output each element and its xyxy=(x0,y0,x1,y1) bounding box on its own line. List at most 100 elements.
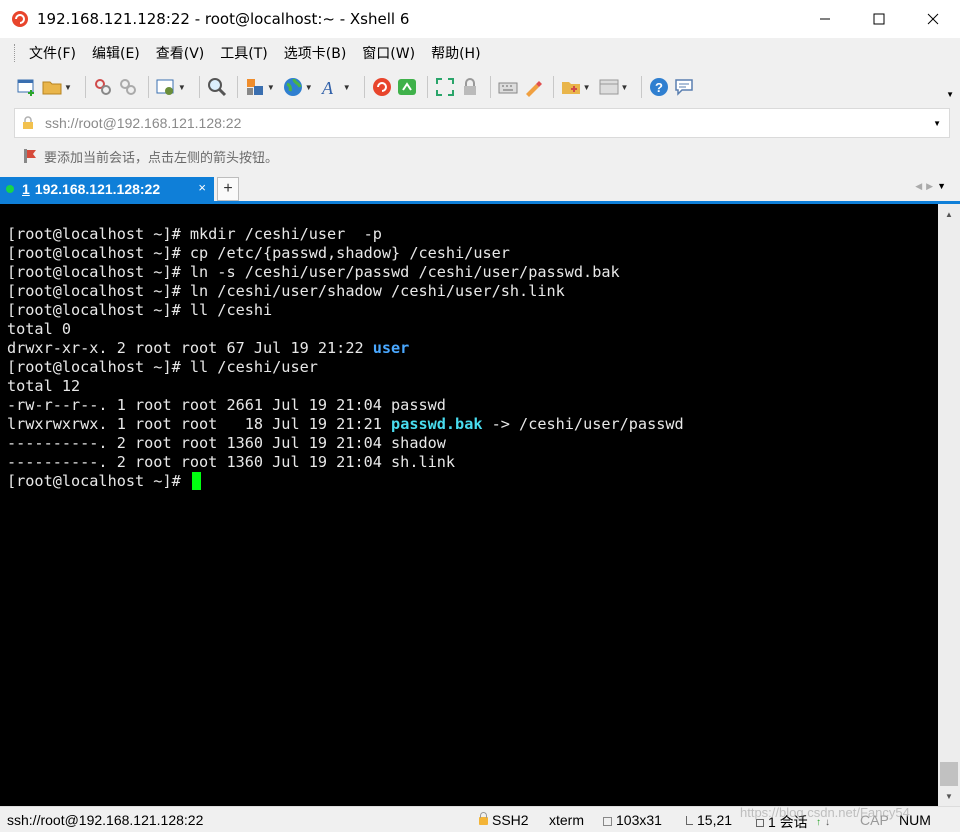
bookmark-arrow-icon[interactable] xyxy=(22,148,38,164)
maximize-icon xyxy=(873,13,885,25)
menu-edit[interactable]: 编辑(E) xyxy=(84,43,148,63)
font-icon: A xyxy=(321,78,334,98)
address-bar: ssh://root@192.168.121.128:22 ▼ xyxy=(0,106,960,140)
terminal-text: total 0 xyxy=(7,320,72,338)
scroll-up-icon[interactable]: ▲ xyxy=(938,204,960,224)
terminal-text: user xyxy=(372,339,410,357)
tab-close-icon[interactable]: × xyxy=(198,180,206,195)
new-session-icon xyxy=(17,79,34,96)
disconnect-button[interactable] xyxy=(117,74,139,100)
terminal-cursor xyxy=(191,472,201,490)
terminal-output[interactable]: [root@localhost ~]# mkdir /ceshi/user -p… xyxy=(0,204,938,806)
help-button[interactable]: ? xyxy=(648,74,670,100)
find-button[interactable] xyxy=(206,74,228,100)
scroll-down-icon[interactable]: ▼ xyxy=(938,786,960,806)
terminal-line: ----------. 2 root root 1360 Jul 19 21:0… xyxy=(7,453,938,472)
status-size: 103x31 xyxy=(603,812,662,828)
xftp-icon xyxy=(397,79,416,95)
globe-button[interactable]: ▼ xyxy=(282,74,317,100)
layout-button[interactable]: ▼ xyxy=(598,74,633,100)
menu-tools[interactable]: 工具(T) xyxy=(212,43,275,63)
terminal-line: [root@localhost ~]# ll /ceshi/user xyxy=(7,358,938,377)
status-protocol-text: SSH2 xyxy=(492,812,529,828)
chevron-down-icon: ▼ xyxy=(266,82,275,92)
chevron-down-icon: ▼ xyxy=(582,82,591,92)
terminal-line: [root@localhost ~]# cp /etc/{passwd,shad… xyxy=(7,244,938,263)
open-folder-icon xyxy=(42,81,62,95)
terminal-text: ----------. 2 root root 1360 Jul 19 21:0… xyxy=(7,434,446,452)
xftp-button[interactable] xyxy=(396,74,418,100)
tab-list-dropdown-icon[interactable]: ▼ xyxy=(937,181,950,191)
scrollbar-thumb[interactable] xyxy=(940,762,958,786)
search-icon xyxy=(207,78,226,97)
terminal-text: [root@localhost ~]# xyxy=(7,472,190,490)
reconnect-icon xyxy=(94,79,111,95)
new-folder-button[interactable]: ▼ xyxy=(560,74,595,100)
terminal-text: [root@localhost ~]# ln /ceshi/user/shado… xyxy=(7,282,565,300)
status-num: NUM xyxy=(899,812,931,828)
address-value: ssh://root@192.168.121.128:22 xyxy=(45,115,242,131)
new-session-button[interactable] xyxy=(16,74,38,100)
chevron-down-icon: ▼ xyxy=(304,82,313,92)
terminal-text: passwd.bak xyxy=(391,415,483,433)
highlight-button[interactable] xyxy=(522,74,544,100)
toolbar-divider xyxy=(236,76,238,98)
open-session-button[interactable]: ▼ xyxy=(41,74,76,100)
chat-icon xyxy=(675,79,694,96)
lock-button[interactable] xyxy=(459,74,481,100)
chat-button[interactable] xyxy=(673,74,695,100)
menu-view[interactable]: 查看(V) xyxy=(148,43,213,63)
globe-icon xyxy=(283,78,302,96)
terminal-text: -rw-r--r--. 1 root root 2661 Jul 19 21:0… xyxy=(7,396,446,414)
menu-help[interactable]: 帮助(H) xyxy=(423,43,488,63)
minimize-icon xyxy=(820,18,830,20)
status-sessions-text: 1 会话 xyxy=(768,814,808,830)
terminal-line: [root@localhost ~]# ln /ceshi/user/shado… xyxy=(7,282,938,301)
keyboard-icon xyxy=(498,82,518,94)
status-protocol: SSH2 xyxy=(479,812,529,828)
xshell-app-icon xyxy=(12,11,28,27)
status-caps: CAP xyxy=(860,812,889,828)
help-icon: ? xyxy=(650,78,669,96)
menu-tabs[interactable]: 选项卡(B) xyxy=(276,43,355,63)
tab-scroll-right-icon[interactable]: ▶ xyxy=(926,181,937,191)
maximize-button[interactable] xyxy=(852,0,906,38)
tab-number: 1 xyxy=(22,181,30,197)
menu-grip[interactable] xyxy=(14,44,17,62)
status-cursor-pos-text: 15,21 xyxy=(697,812,733,828)
sessions-icon xyxy=(756,819,764,827)
menu-file[interactable]: 文件(F) xyxy=(21,43,84,63)
terminal-scrollbar[interactable]: ▲ ▼ xyxy=(938,204,960,806)
toolbar-overflow-icon[interactable]: ▼ xyxy=(946,90,954,99)
reconnect-button[interactable] xyxy=(92,74,114,100)
tab-scroll-left-icon[interactable]: ◀ xyxy=(915,181,926,191)
terminal-line: total 0 xyxy=(7,320,938,339)
keyboard-button[interactable] xyxy=(497,74,519,100)
session-lock-icon xyxy=(23,116,33,129)
toolbar-divider xyxy=(641,76,643,98)
hint-text: 要添加当前会话，点击左侧的箭头按钮。 xyxy=(44,150,279,166)
address-dropdown-icon[interactable]: ▼ xyxy=(933,119,941,128)
properties-icon xyxy=(156,79,174,95)
fullscreen-button[interactable] xyxy=(434,74,456,100)
address-input[interactable]: ssh://root@192.168.121.128:22 ▼ xyxy=(14,108,950,138)
chevron-down-icon: ▼ xyxy=(620,82,629,92)
properties-button[interactable]: ▼ xyxy=(155,74,190,100)
window-title: 192.168.121.128:22 - root@localhost:~ - … xyxy=(37,10,410,28)
status-address: ssh://root@192.168.121.128:22 xyxy=(7,812,204,828)
fullscreen-icon xyxy=(435,78,454,96)
tab-session-1[interactable]: 1 192.168.121.128:22 × xyxy=(0,177,214,201)
minimize-button[interactable] xyxy=(798,0,852,38)
xshell-button[interactable] xyxy=(371,74,393,100)
close-button[interactable] xyxy=(906,0,960,38)
font-button[interactable]: A ▼ xyxy=(320,74,355,100)
menu-window[interactable]: 窗口(W) xyxy=(354,43,423,63)
status-cursor-pos: 15,21 xyxy=(686,812,732,828)
layout-icon xyxy=(599,79,619,95)
terminal-text: [root@localhost ~]# ln -s /ceshi/user/pa… xyxy=(7,263,620,281)
new-tab-button[interactable]: + xyxy=(217,177,239,201)
transfer-button[interactable]: ▼ xyxy=(244,74,279,100)
close-icon xyxy=(927,13,939,25)
xshell-icon xyxy=(372,78,391,96)
cursor-pos-icon xyxy=(686,816,693,825)
